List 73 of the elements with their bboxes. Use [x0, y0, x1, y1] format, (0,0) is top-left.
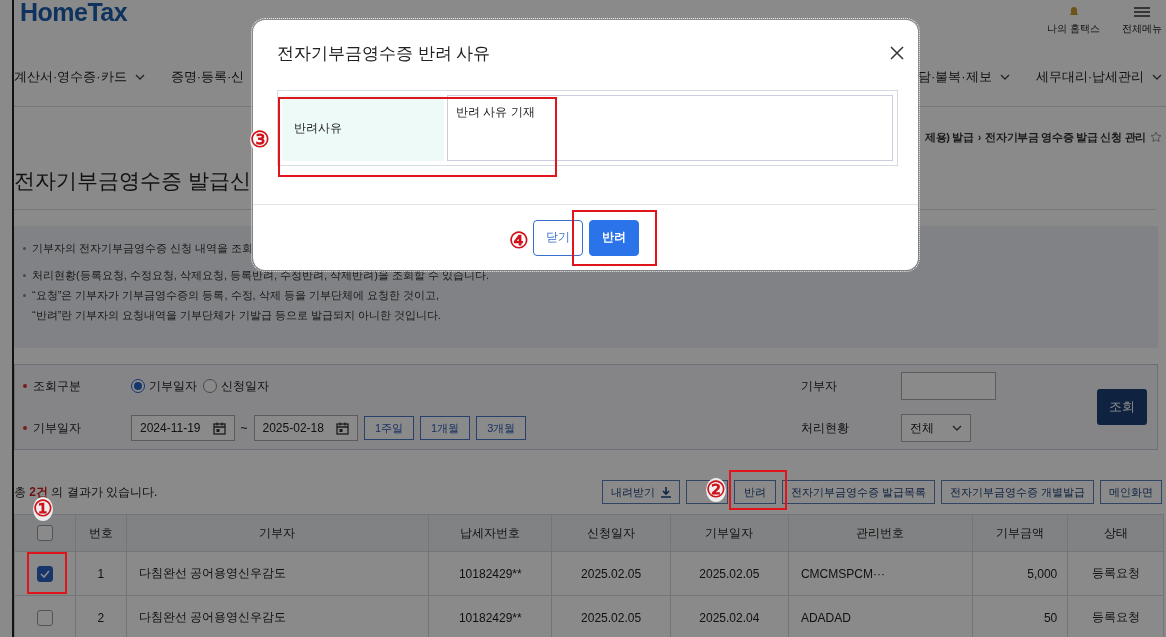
step-number: ③ — [250, 128, 270, 152]
result-count: 총 2건 의 결과가 있습니다. — [14, 483, 158, 499]
menu-icon — [1134, 6, 1150, 18]
toolbar-button[interactable]: 메인화면 — [1100, 480, 1162, 504]
download-icon — [660, 486, 671, 498]
column-header: 기부금액 — [972, 514, 1068, 552]
chevron-down-icon — [952, 425, 962, 431]
calendar-icon[interactable] — [212, 421, 226, 435]
select-all-checkbox[interactable] — [37, 525, 53, 541]
highlight-frame — [729, 470, 787, 510]
header-link[interactable]: 나의 홈택스 — [1047, 6, 1100, 36]
reason-textarea[interactable]: 반려 사유 기재 — [447, 95, 893, 161]
row-checkbox[interactable] — [37, 565, 53, 582]
table-cell: 2025.02.05 — [670, 551, 789, 596]
table-cell: 10182429** — [428, 551, 552, 596]
step-number: ① — [33, 497, 53, 521]
toolbar-button[interactable]: 반려 — [733, 480, 776, 504]
table-cell: 1 — [75, 551, 127, 596]
table-cell: 등록요청 — [1067, 551, 1164, 596]
bell-icon — [1067, 6, 1080, 18]
donor-input[interactable] — [901, 372, 996, 400]
toolbar-button[interactable] — [685, 480, 728, 504]
column-header: 상태 — [1067, 514, 1164, 552]
highlight-frame — [27, 552, 67, 594]
field-label: 조회구분 — [23, 377, 131, 395]
close-icon[interactable] — [890, 46, 904, 60]
calendar-icon[interactable] — [335, 421, 349, 435]
range-separator: ~ — [240, 421, 248, 435]
column-header: 기부일자 — [670, 514, 789, 552]
logo[interactable]: HomeTax — [20, 0, 128, 27]
check-icon — [40, 569, 50, 578]
dialog-button[interactable]: 반려 — [588, 219, 639, 256]
table-cell: 2025.02.05 — [551, 551, 671, 596]
row-checkbox[interactable] — [37, 609, 53, 626]
column-header: 신청일자 — [551, 514, 671, 552]
period-button[interactable]: 1주일 — [363, 416, 415, 440]
field-label: 반려사유 — [282, 95, 444, 161]
note-text: 처리현황(등록요청, 수정요청, 삭제요청, 등록반려, 수정반려, 삭제반려)을 조회할 수 있습니다. — [32, 269, 490, 281]
header-link[interactable]: 전체메뉴 — [1122, 6, 1162, 36]
breadcrumb-item[interactable]: 제용) 발급 — [924, 129, 974, 145]
radio-option[interactable]: 신청일자 — [203, 377, 269, 395]
field-label: 기부일자 — [23, 419, 131, 437]
field-label: 처리현황 — [801, 419, 850, 437]
dialog-title: 전자기부금영수증 반려 사유 — [277, 42, 491, 65]
nav-menu-item[interactable]: 증명·등록·신 — [170, 68, 245, 86]
note-text: “반려”란 기부자의 요청내역을 기부단체가 기발급 등으로 발급되지 아니한 것입니다. — [32, 309, 441, 321]
dialog-button[interactable]: 닫기 — [532, 219, 583, 256]
period-button[interactable]: 3개월 — [476, 416, 527, 440]
column-header: 번호 — [75, 514, 127, 552]
note-text: “요청”은 기부자가 기부금영수증의 등록, 수정, 삭제 등을 기부단체에 요청한 것이고, — [32, 289, 439, 301]
toolbar-button[interactable]: 전자기부금영수증 발급목록 — [781, 480, 935, 504]
date-field[interactable]: 2024-11-19 — [131, 415, 235, 441]
column-header: 관리번호 — [788, 514, 973, 552]
toolbar-button[interactable]: 내려받기 — [601, 480, 680, 504]
table-cell: 5,000 — [972, 551, 1068, 596]
breadcrumb-separator: › — [977, 131, 982, 143]
toolbar-button[interactable]: 전자기부금영수증 개별발급 — [940, 480, 1094, 504]
note-text: 기부자의 전자기부금영수증 신청 내역을 조회 — [32, 242, 254, 254]
search-button[interactable]: 조회 — [1097, 389, 1147, 425]
nav-menu-item[interactable]: 세무대리·납세관리 — [1035, 68, 1162, 86]
column-header: 납세자번호 — [428, 514, 552, 552]
table-cell: 다침완선 공어용영신우감도 — [126, 551, 429, 596]
status-select[interactable]: 전체 — [901, 414, 971, 442]
table-cell: CMCMSPCM··· — [788, 551, 973, 596]
nav-menu-item[interactable]: 담·불복·제보 — [918, 68, 1010, 86]
star-icon[interactable] — [1150, 131, 1162, 143]
breadcrumb-item[interactable]: 전자기부금 영수증 발급 신청 관리 — [985, 129, 1146, 145]
nav-menu-item[interactable]: 계산서·영수증·카드 — [14, 68, 145, 86]
radio-option[interactable]: 기부일자 — [131, 377, 197, 395]
field-label: 기부자 — [801, 377, 838, 395]
period-button[interactable]: 1개월 — [420, 416, 471, 440]
date-field[interactable]: 2025-02-18 — [253, 415, 358, 441]
column-header: 기부자 — [126, 514, 429, 552]
